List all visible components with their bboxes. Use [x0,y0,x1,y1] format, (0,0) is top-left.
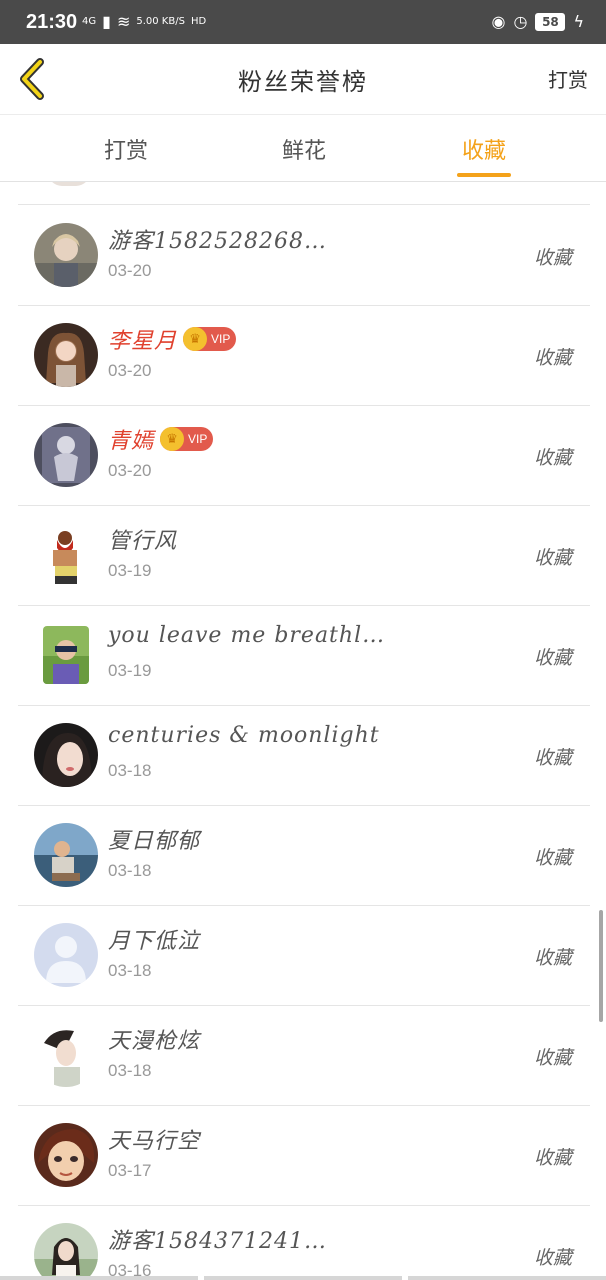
list-item[interactable]: 天马行空 03-17 收藏 [18,1105,590,1206]
list-item[interactable]: 青嫣 ♛ VIP 03-20 收藏 [18,405,590,506]
avatar [34,923,98,987]
network-type: 4G [82,16,97,27]
charging-icon: ϟ [573,12,584,31]
tab-bar: 打赏 鲜花 收藏 [0,115,606,182]
list-item[interactable]: centuries & moonlight 03-18 收藏 [18,705,590,806]
tab-favorites[interactable]: 收藏 [424,133,544,165]
default-avatar-icon [34,923,98,987]
action-label: 收藏 [533,547,572,569]
user-name: you leave me breathl… [108,623,386,648]
list-item[interactable]: 天漫枪炫 03-18 收藏 [18,1005,590,1106]
user-name: centuries & moonlight [108,723,380,748]
date-label: 03-20 [108,361,152,380]
avatar [43,626,89,684]
avatar [34,423,98,487]
hd-indicator: HD [190,16,207,27]
user-name: 青嫣 [108,429,155,454]
list-item[interactable]: 月下低泣 03-18 收藏 [18,905,590,1006]
page-title: 粉丝荣誉榜 [238,68,368,96]
list-item-partial [18,182,590,205]
avatar [34,723,98,787]
user-name: 游客1584371241… [108,1229,327,1254]
action-label: 收藏 [533,747,572,769]
action-label: 收藏 [533,447,572,469]
active-tab-indicator [457,173,511,177]
status-time: 21:30 [26,11,78,33]
list-item[interactable]: you leave me breathl… 03-19 收藏 [18,605,590,706]
action-label: 收藏 [533,647,572,669]
date-label: 03-17 [108,1161,152,1180]
user-name: 管行风 [108,529,178,554]
app-header: 粉丝荣誉榜 打赏 [0,44,606,115]
crown-icon: ♛ [183,327,208,351]
scrollbar[interactable] [599,910,603,1022]
date-label: 03-20 [108,261,152,280]
action-label: 收藏 [533,247,572,269]
lock-icon: ◉ [491,12,506,31]
date-label: 03-18 [108,961,152,980]
date-label: 03-18 [108,861,152,880]
battery-icon: 58 [535,12,566,31]
user-name: 游客1582528268… [108,229,327,254]
avatar [34,323,98,387]
avatar [34,1223,98,1280]
date-label: 03-18 [108,761,152,780]
network-speed: 5.00 KB/S [136,16,185,27]
date-label: 03-19 [108,661,152,680]
reward-button[interactable]: 打赏 [548,64,588,93]
action-label: 收藏 [533,1147,572,1169]
tab-flowers[interactable]: 鲜花 [244,133,364,165]
list-item[interactable]: 李星月 ♛ VIP 03-20 收藏 [18,305,590,406]
list-item[interactable]: 夏日郁郁 03-18 收藏 [18,805,590,906]
action-label: 收藏 [533,847,572,869]
date-label: 03-19 [108,561,152,580]
avatar [34,1023,98,1087]
action-label: 收藏 [533,1247,572,1269]
list-item[interactable]: 管行风 03-19 收藏 [18,505,590,606]
signal-icon: ▮ [102,12,111,31]
avatar [34,223,98,287]
crown-icon: ♛ [160,427,185,451]
avatar [34,823,98,887]
user-name: 月下低泣 [108,929,201,954]
list-item[interactable]: 游客1582528268… 03-20 收藏 [18,205,590,306]
tab-reward[interactable]: 打赏 [66,133,186,165]
bottom-indicator [0,1276,606,1280]
user-name: 夏日郁郁 [108,829,201,854]
avatar [43,526,89,584]
user-name: 李星月 [108,329,178,354]
avatar [34,1123,98,1187]
action-label: 收藏 [533,1047,572,1069]
user-name: 天漫枪炫 [108,1029,201,1054]
date-label: 03-18 [108,1061,152,1080]
alarm-icon: ◷ [513,12,528,31]
vip-badge: ♛ VIP [183,327,237,351]
vip-badge: ♛ VIP [160,427,214,451]
action-label: 收藏 [533,947,572,969]
status-bar: 21:30 4G ▮ ≋ 5.00 KB/S HD ◉ ◷ 58 ϟ [0,0,606,44]
wifi-icon: ≋ [116,12,131,31]
battery-level: 58 [542,14,559,29]
list-item[interactable]: 游客1584371241… 03-16 收藏 [18,1205,590,1280]
action-label: 收藏 [533,347,572,369]
fan-list[interactable]: 游客1582528268… 03-20 收藏 李星月 ♛ VIP 03-20 收… [0,182,606,1280]
user-name: 天马行空 [108,1129,201,1154]
date-label: 03-20 [108,461,152,480]
avatar [48,182,90,186]
